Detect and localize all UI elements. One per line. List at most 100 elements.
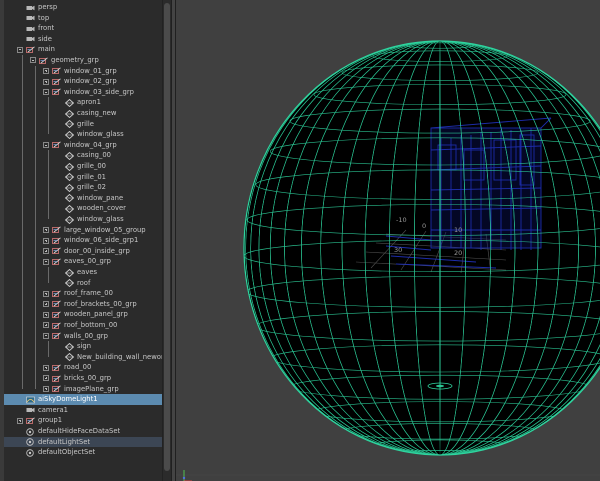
outliner-scrollbar[interactable]: [162, 0, 171, 481]
outliner-item[interactable]: grille_00: [4, 161, 162, 172]
group-icon: [52, 237, 61, 245]
outliner-item-label: grille: [77, 119, 94, 128]
outliner-item[interactable]: casing_new: [4, 108, 162, 119]
tree-connector: [35, 65, 36, 389]
tree-connector: [48, 97, 49, 135]
group-icon: [39, 56, 48, 65]
outliner-item-label: wooden_cover: [77, 204, 126, 213]
outliner-item-label: New_building_wall_newone3: [77, 352, 162, 361]
outliner-item-label: eaves_00_grp: [64, 257, 111, 266]
outliner-item[interactable]: wooden_panel_grp: [4, 309, 162, 320]
outliner-item[interactable]: roof_bottom_00: [4, 320, 162, 331]
collapse-icon[interactable]: [43, 89, 49, 96]
outliner-item[interactable]: grille_02: [4, 182, 162, 193]
expand-icon[interactable]: [43, 364, 49, 371]
expand-icon[interactable]: [43, 375, 49, 382]
group-icon: [52, 226, 61, 234]
outliner-item-label: apron1: [77, 98, 101, 107]
outliner-item[interactable]: apron1: [4, 97, 162, 108]
expand-icon[interactable]: [43, 226, 49, 233]
outliner-item[interactable]: large_window_05_group: [4, 225, 162, 236]
expand-icon[interactable]: [43, 301, 49, 308]
outliner-item-label: door_00_inside_grp: [64, 246, 130, 255]
outliner-item[interactable]: front: [4, 23, 162, 34]
group-icon: [52, 364, 61, 372]
outliner-item[interactable]: grille: [4, 119, 162, 130]
outliner-item[interactable]: imagePlane_grp: [4, 384, 162, 395]
outliner-item[interactable]: walls_00_grp: [4, 331, 162, 342]
outliner-item-label: window_pane: [77, 193, 124, 202]
expand-icon[interactable]: [43, 290, 49, 297]
outliner-item[interactable]: wooden_cover: [4, 203, 162, 214]
set-icon: [26, 448, 35, 457]
outliner-item[interactable]: eaves_00_grp: [4, 256, 162, 267]
set-icon: [26, 427, 35, 436]
outliner-item[interactable]: window_03_side_grp: [4, 87, 162, 98]
expand-icon[interactable]: [43, 322, 49, 329]
outliner-item[interactable]: defaultHideFaceDataSet: [4, 426, 162, 437]
collapse-icon[interactable]: [17, 46, 23, 53]
group-icon: [26, 46, 35, 54]
outliner-item[interactable]: geometry_grp: [4, 55, 162, 66]
outliner-item[interactable]: window_01_grp: [4, 66, 162, 77]
outliner-item-label: defaultObjectSet: [38, 448, 96, 457]
mesh-icon: [64, 119, 75, 129]
group-icon: [52, 67, 61, 75]
outliner-item[interactable]: bricks_00_grp: [4, 373, 162, 384]
expand-icon[interactable]: [43, 248, 49, 255]
outliner-item[interactable]: New_building_wall_newone3: [4, 352, 162, 363]
outliner-item[interactable]: side: [4, 34, 162, 45]
outliner-item[interactable]: sign: [4, 341, 162, 352]
outliner-item[interactable]: defaultObjectSet: [4, 447, 162, 458]
outliner-item[interactable]: window_06_side_grp1: [4, 235, 162, 246]
axis-gizmo: [182, 470, 192, 481]
viewport-3d[interactable]: -10 0 10 20 30: [176, 0, 600, 481]
outliner-item[interactable]: window_glass: [4, 129, 162, 140]
outliner-item-label: group1: [38, 416, 63, 425]
expand-icon[interactable]: [43, 311, 49, 318]
collapse-icon[interactable]: [43, 258, 49, 265]
outliner-item[interactable]: main: [4, 44, 162, 55]
expand-icon[interactable]: [17, 417, 23, 424]
group-icon: [52, 311, 61, 319]
outliner-item[interactable]: top: [4, 13, 162, 24]
outliner-item[interactable]: eaves: [4, 267, 162, 278]
outliner-item-label: side: [38, 34, 52, 43]
outliner-item-label: casing_00: [77, 151, 112, 160]
outliner-item[interactable]: door_00_inside_grp: [4, 246, 162, 257]
group-icon: [52, 258, 61, 266]
outliner-item-label: camera1: [38, 405, 68, 414]
outliner-item[interactable]: road_00: [4, 362, 162, 373]
outliner-scrollbar-thumb[interactable]: [164, 3, 170, 471]
expand-icon[interactable]: [43, 237, 49, 244]
outliner-item-label: aiSkyDomeLight1: [38, 395, 98, 404]
outliner-item[interactable]: window_02_grp: [4, 76, 162, 87]
outliner-item[interactable]: window_04_grp: [4, 140, 162, 151]
outliner-item[interactable]: window_glass: [4, 214, 162, 225]
group-icon: [52, 374, 61, 383]
expand-icon[interactable]: [43, 385, 49, 392]
outliner-item[interactable]: defaultLightSet: [4, 436, 162, 448]
outliner-item[interactable]: roof: [4, 278, 162, 289]
outliner-item[interactable]: grille_01: [4, 172, 162, 183]
expand-icon[interactable]: [43, 78, 49, 85]
expand-icon[interactable]: [43, 67, 49, 74]
outliner-item[interactable]: persp: [4, 2, 162, 13]
mesh-icon: [64, 268, 75, 277]
outliner-item[interactable]: group1: [4, 415, 162, 426]
outliner-item[interactable]: aiSkyDomeLight1: [4, 394, 162, 405]
outliner-item[interactable]: roof_brackets_00_grp: [4, 299, 162, 310]
camera-icon: [26, 25, 35, 33]
outliner-item[interactable]: roof_frame_00: [4, 288, 162, 299]
outliner-item[interactable]: casing_00: [4, 150, 162, 161]
mesh-icon: [64, 215, 75, 224]
tree-connector: [48, 150, 49, 220]
camera-icon: [26, 406, 35, 414]
outliner-item-label: roof_bottom_00: [64, 321, 118, 329]
collapse-icon[interactable]: [30, 57, 36, 64]
group-icon: [52, 332, 61, 340]
outliner-item[interactable]: camera1: [4, 405, 162, 416]
outliner-item[interactable]: window_pane: [4, 193, 162, 204]
collapse-icon[interactable]: [43, 332, 49, 339]
collapse-icon[interactable]: [43, 142, 49, 149]
